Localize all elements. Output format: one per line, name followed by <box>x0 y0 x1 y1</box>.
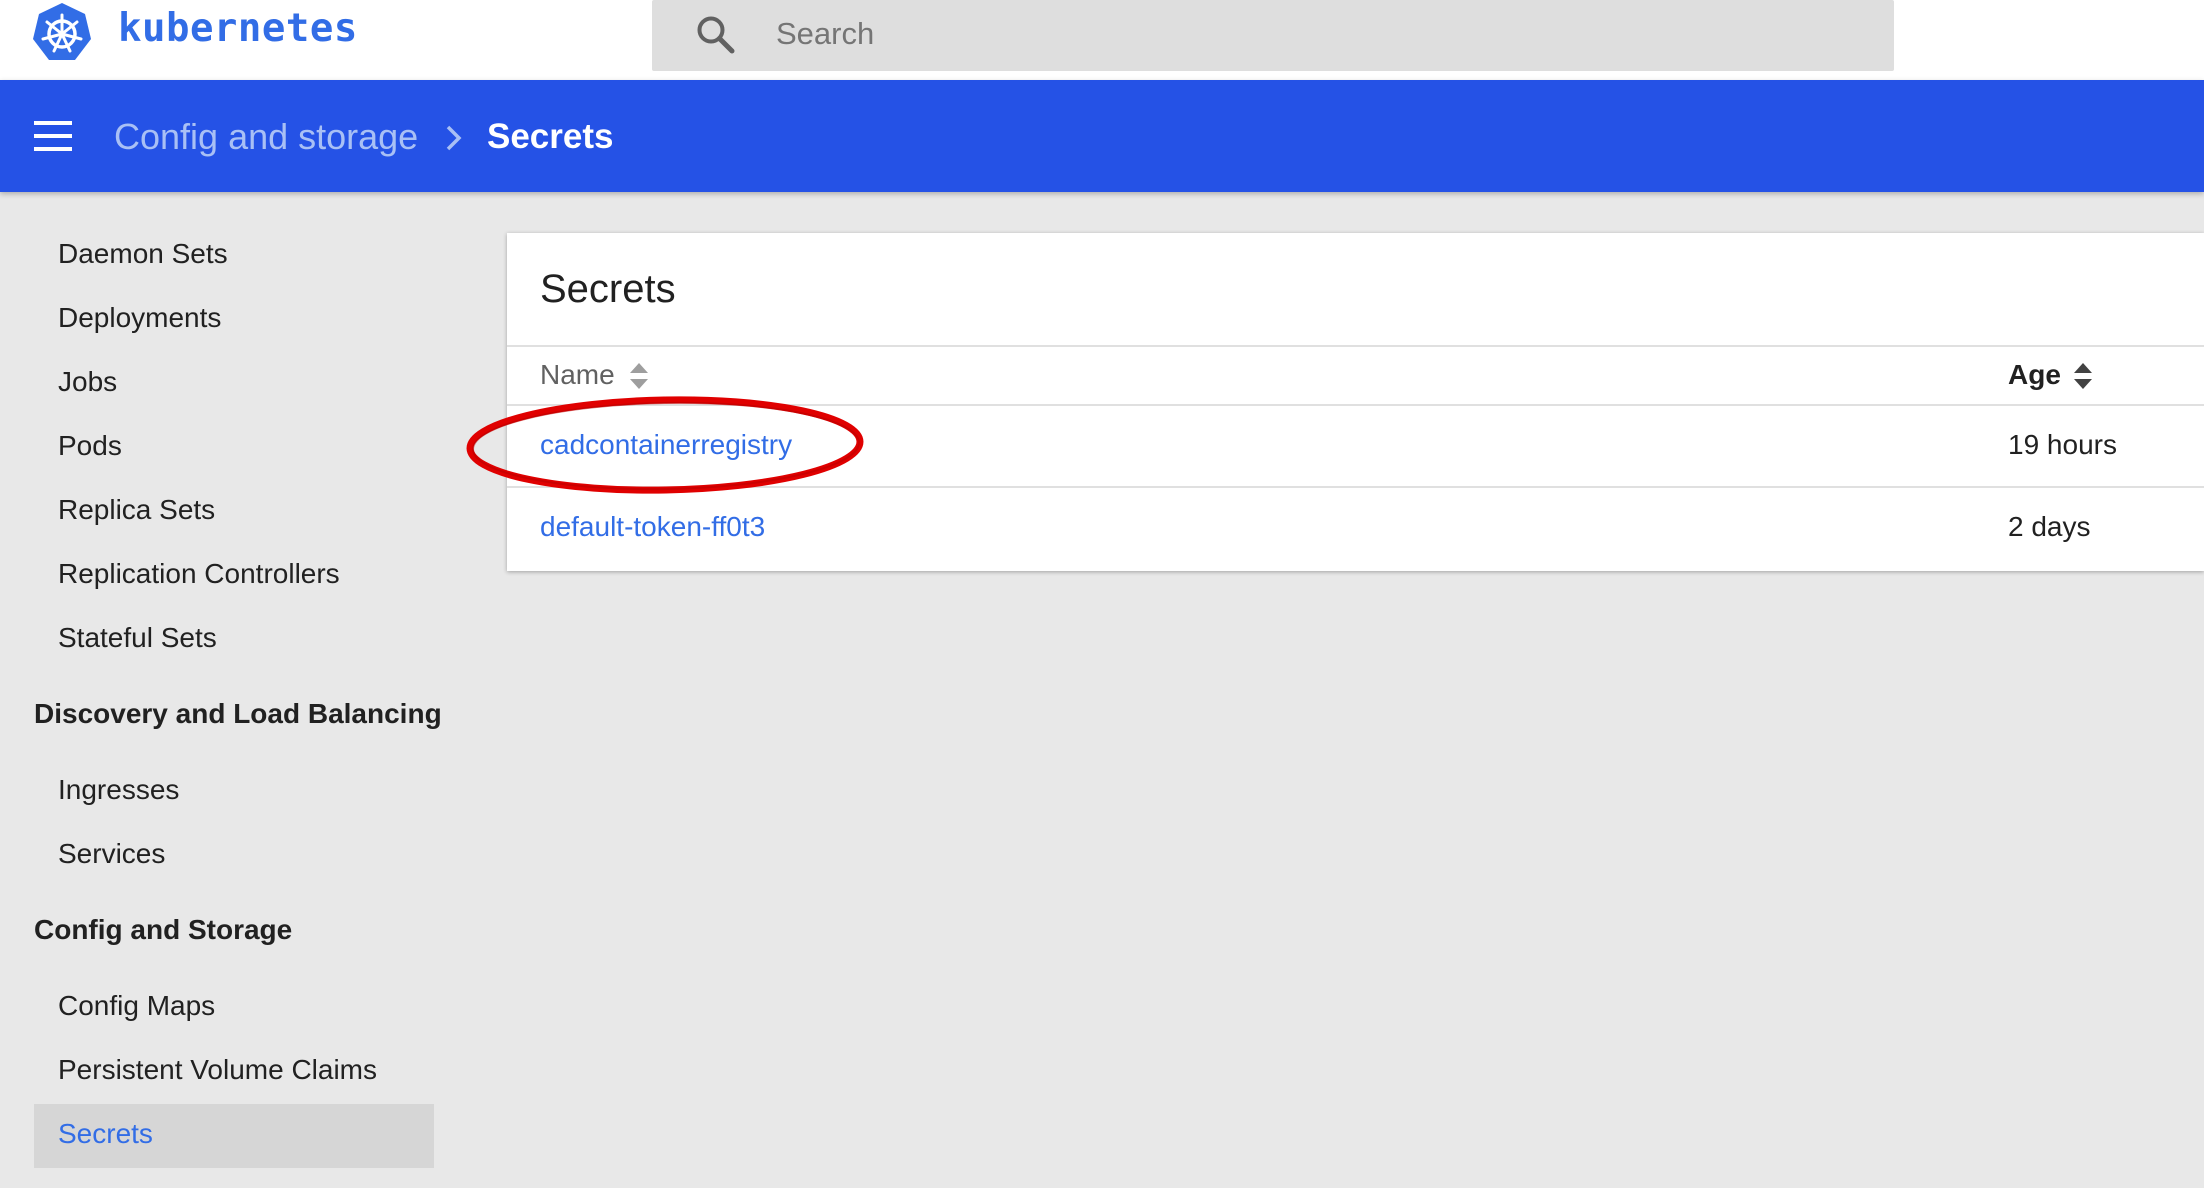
sidebar-nav: Daemon Sets Deployments Jobs Pods Replic… <box>0 192 470 1188</box>
row-divider <box>507 486 2204 488</box>
column-header-age[interactable]: Age <box>2008 359 2061 391</box>
sort-arrows-icon[interactable] <box>2073 360 2093 392</box>
secrets-card: Secrets Name Age cadcontainerregistry 19… <box>507 233 2204 571</box>
sidebar-item-config-maps[interactable]: Config Maps <box>58 990 215 1022</box>
column-header-name[interactable]: Name <box>540 359 615 391</box>
chevron-right-icon <box>446 125 462 151</box>
search-icon <box>697 16 735 54</box>
column-header-age-label: Age <box>2008 359 2061 390</box>
sidebar-item-persistent-volume-claims[interactable]: Persistent Volume Claims <box>58 1054 377 1086</box>
search-input[interactable] <box>774 9 1858 59</box>
brand-title[interactable]: kubernetes <box>118 6 358 51</box>
sidebar-item-ingresses[interactable]: Ingresses <box>58 774 179 806</box>
secret-name-link[interactable]: default-token-ff0t3 <box>540 511 765 543</box>
sidebar-item-stateful-sets[interactable]: Stateful Sets <box>58 622 217 654</box>
breadcrumb-current: Secrets <box>487 117 614 156</box>
sort-arrows-icon[interactable] <box>629 360 649 392</box>
breadcrumb-parent-link[interactable]: Config and storage <box>114 116 418 158</box>
page-header: Config and storage Secrets <box>0 80 2204 192</box>
sidebar-item-daemon-sets[interactable]: Daemon Sets <box>58 238 228 270</box>
sidebar-item-secrets[interactable]: Secrets <box>58 1118 153 1150</box>
secret-age: 2 days <box>2008 511 2091 542</box>
sidebar-section-config-storage[interactable]: Config and Storage <box>34 914 292 946</box>
sidebar-item-pods[interactable]: Pods <box>58 430 122 462</box>
sidebar-item-services[interactable]: Services <box>58 838 165 870</box>
sidebar-item-jobs[interactable]: Jobs <box>58 366 117 398</box>
card-divider <box>507 345 2204 347</box>
top-bar: kubernetes <box>0 0 2204 80</box>
header-divider <box>507 404 2204 406</box>
sidebar-section-discovery[interactable]: Discovery and Load Balancing <box>34 698 442 730</box>
secret-age: 19 hours <box>2008 429 2117 460</box>
sidebar-item-replication-controllers[interactable]: Replication Controllers <box>58 558 340 590</box>
card-title: Secrets <box>540 267 676 311</box>
sidebar-item-deployments[interactable]: Deployments <box>58 302 221 334</box>
hamburger-menu-icon[interactable] <box>34 121 72 151</box>
sidebar-item-replica-sets[interactable]: Replica Sets <box>58 494 215 526</box>
kubernetes-logo-icon[interactable] <box>30 1 94 65</box>
search-bar[interactable] <box>652 0 1894 71</box>
column-header-name-label: Name <box>540 359 615 390</box>
secret-name-link[interactable]: cadcontainerregistry <box>540 429 792 461</box>
